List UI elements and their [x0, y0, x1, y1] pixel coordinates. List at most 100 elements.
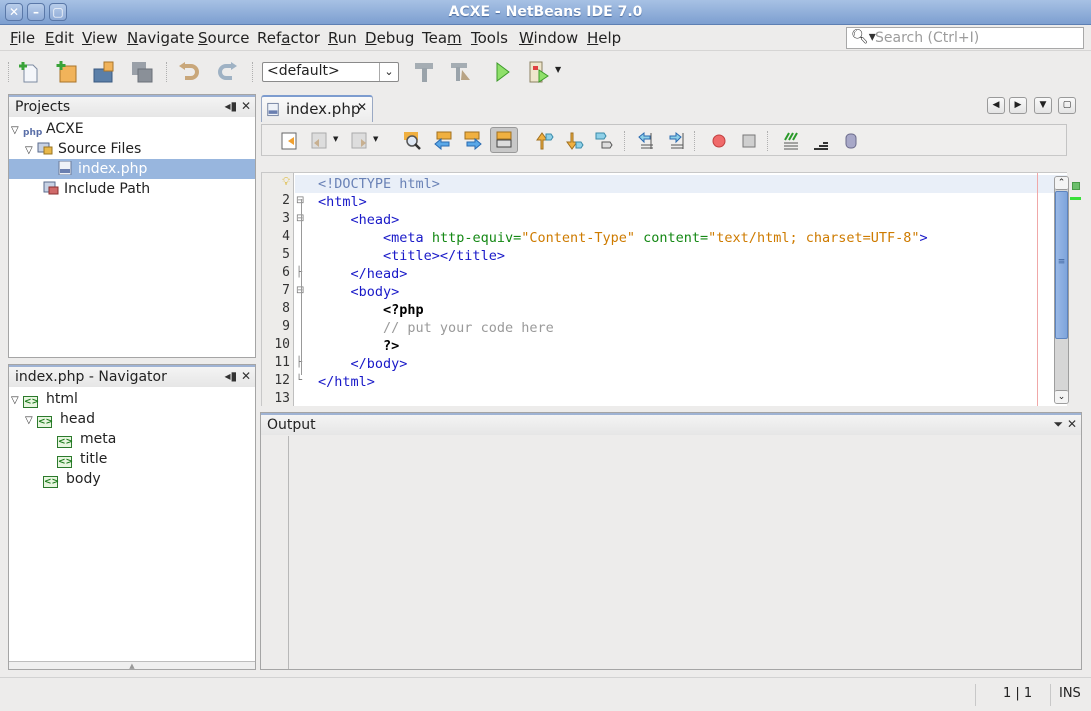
error-stripe-ok-icon[interactable]: [1072, 182, 1080, 190]
clean-build-icon[interactable]: [449, 60, 473, 84]
nav-item-body[interactable]: <> body: [43, 469, 101, 489]
code-line[interactable]: ?>: [318, 337, 399, 355]
code-line[interactable]: <!DOCTYPE html>: [318, 175, 440, 193]
run-project-icon[interactable]: [490, 60, 514, 84]
menu-refactor[interactable]: Refactor: [257, 29, 320, 47]
chevron-down-icon[interactable]: ⌄: [379, 63, 398, 81]
menu-run[interactable]: Run: [328, 29, 357, 47]
new-project-icon[interactable]: [55, 60, 79, 84]
scroll-up-button[interactable]: ⌃: [1055, 177, 1068, 190]
minimize-panel-icon[interactable]: ◂▮: [224, 99, 237, 113]
fold-guide: [301, 199, 302, 375]
find-next-icon[interactable]: [463, 131, 483, 151]
menu-file[interactable]: File: [10, 29, 35, 47]
forward-dropdown-icon[interactable]: ▼: [373, 135, 378, 143]
maximize-editor-button[interactable]: ▢: [1058, 97, 1076, 114]
find-selection-icon[interactable]: [403, 131, 423, 151]
show-opened-documents-button[interactable]: ▼: [1034, 97, 1052, 114]
navigator-resize-handle[interactable]: ▲: [9, 661, 255, 670]
expand-toggle-icon[interactable]: ▽: [25, 411, 37, 431]
menu-window[interactable]: Window: [519, 29, 578, 47]
menu-help[interactable]: Help: [587, 29, 621, 47]
toggle-highlight-search-button[interactable]: [490, 127, 518, 153]
uncomment-icon[interactable]: [811, 131, 831, 151]
menu-tools[interactable]: Tools: [471, 29, 508, 47]
hint-lightbulb-icon[interactable]: 💡︎: [262, 175, 290, 189]
navigator-header: index.php - Navigator ◂▮ ✕: [9, 365, 255, 387]
menu-debug[interactable]: Debug: [365, 29, 414, 47]
search-icon[interactable]: 🔍︎▾: [851, 29, 876, 45]
code-line[interactable]: </body>: [318, 355, 408, 373]
scroll-tabs-left-button[interactable]: ◀: [987, 97, 1005, 114]
code-line[interactable]: </head>: [318, 265, 408, 283]
menu-navigate[interactable]: Navigate: [127, 29, 194, 47]
tree-item-include-path[interactable]: Include Path: [43, 179, 150, 199]
editor-vertical-scrollbar[interactable]: ⌃ ≡ ⌄: [1054, 176, 1069, 404]
insert-mode: INS: [1059, 686, 1081, 701]
menu-source[interactable]: Source: [198, 29, 250, 47]
close-panel-icon[interactable]: ✕: [241, 99, 251, 113]
nav-item-head[interactable]: ▽ <> head: [25, 409, 95, 429]
code-line[interactable]: // put your code here: [318, 319, 554, 337]
find-previous-icon[interactable]: [433, 131, 453, 151]
tree-item-source-files[interactable]: ▽ Source Files: [25, 139, 141, 159]
last-edit-icon[interactable]: [280, 131, 300, 151]
code-token: <body>: [350, 284, 400, 300]
debug-project-icon[interactable]: [527, 60, 551, 84]
code-line[interactable]: <meta http-equiv="Content-Type" content=…: [318, 229, 928, 247]
code-line[interactable]: <head>: [318, 211, 400, 229]
source-folder-icon: [37, 142, 53, 155]
new-file-icon[interactable]: [18, 60, 42, 84]
code-editor[interactable]: 💡︎ 2 3 4 5 6 7 8 9 10 11 12 13 <!DOCTYPE html> <html>…: [261, 172, 1067, 406]
nav-item-meta[interactable]: <> meta: [57, 429, 116, 449]
code-line[interactable]: <body>: [318, 283, 400, 301]
close-tab-icon[interactable]: ✕: [357, 100, 367, 114]
nav-item-title[interactable]: <> title: [57, 449, 107, 469]
right-margin-line: [1037, 173, 1038, 406]
menu-view[interactable]: View: [82, 29, 118, 47]
build-hammer-icon[interactable]: [412, 60, 436, 84]
tab-index-php[interactable]: index.php ✕: [261, 95, 373, 122]
debug-dropdown-icon[interactable]: ▼: [555, 65, 561, 74]
code-line[interactable]: <title></title>: [318, 247, 505, 265]
close-panel-icon[interactable]: ✕: [241, 369, 251, 383]
code-line[interactable]: <?php: [318, 301, 424, 319]
expand-toggle-icon[interactable]: ▽: [11, 391, 23, 411]
comment-icon[interactable]: [781, 131, 801, 151]
code-line[interactable]: </html>: [318, 373, 375, 391]
menu-team[interactable]: Team: [422, 29, 462, 47]
nav-item-html[interactable]: ▽ <> html: [11, 389, 78, 409]
menu-edit[interactable]: Edit: [45, 29, 74, 47]
close-panel-icon[interactable]: ✕: [1067, 417, 1077, 431]
code-line[interactable]: <html>: [318, 193, 367, 211]
error-stripe-mark[interactable]: [1070, 197, 1081, 200]
html-tag-icon: <>: [23, 396, 40, 408]
undo-icon[interactable]: [177, 60, 201, 84]
scroll-tabs-right-button[interactable]: ▶: [1009, 97, 1027, 114]
shift-line-left-icon[interactable]: [637, 131, 657, 151]
search-input[interactable]: 🔍︎▾ Search (Ctrl+I): [846, 27, 1084, 49]
save-all-icon[interactable]: [130, 60, 154, 84]
line-number-gutter: 💡︎ 2 3 4 5 6 7 8 9 10 11 12 13: [262, 173, 294, 406]
expand-toggle-icon[interactable]: ▽: [25, 141, 37, 161]
database-icon[interactable]: [841, 131, 861, 151]
redo-icon[interactable]: [215, 60, 239, 84]
start-macro-recording-icon[interactable]: [709, 131, 729, 151]
minimize-panel-icon[interactable]: ◂▮: [224, 369, 237, 383]
tree-item-acxe[interactable]: ▽ php ACXE: [11, 119, 84, 139]
project-configuration-select[interactable]: <default> ⌄: [262, 62, 399, 82]
minimize-panel-icon[interactable]: ⏷: [1054, 417, 1064, 431]
forward-icon[interactable]: [350, 131, 370, 151]
tree-item-index-php[interactable]: index.php: [9, 159, 255, 179]
stop-macro-recording-icon[interactable]: [739, 131, 759, 151]
shift-line-right-icon[interactable]: [667, 131, 687, 151]
open-project-icon[interactable]: [92, 60, 116, 84]
next-bookmark-icon[interactable]: [564, 131, 584, 151]
previous-bookmark-icon[interactable]: [534, 131, 554, 151]
toggle-bookmark-icon[interactable]: [594, 131, 614, 151]
scrollbar-thumb[interactable]: ≡: [1055, 191, 1068, 339]
scroll-down-button[interactable]: ⌄: [1055, 390, 1068, 403]
back-icon[interactable]: [310, 131, 330, 151]
expand-toggle-icon[interactable]: ▽: [11, 121, 23, 141]
back-dropdown-icon[interactable]: ▼: [333, 135, 338, 143]
